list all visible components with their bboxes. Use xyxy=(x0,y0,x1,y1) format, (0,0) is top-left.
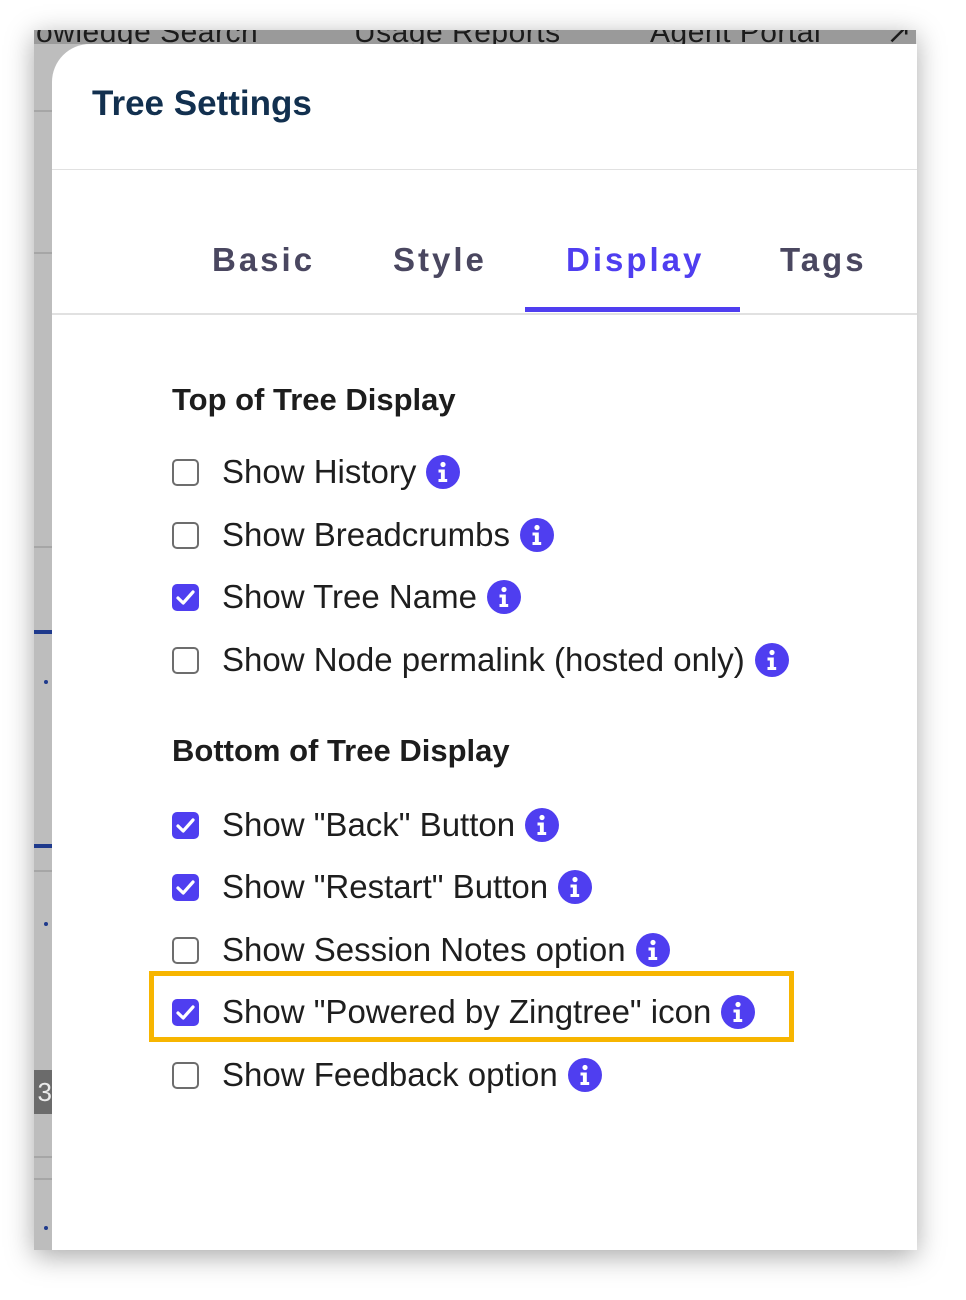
checkbox-checked[interactable] xyxy=(172,998,199,1026)
screenshot-stage: owledge Search Usage Reports Agent Porta… xyxy=(0,0,966,1300)
modal-header: Tree Settings xyxy=(52,44,917,170)
checkbox[interactable] xyxy=(172,521,199,549)
background-bullet xyxy=(44,1226,48,1230)
option-show-restart-button[interactable]: Show "Restart" Button xyxy=(172,867,593,907)
checkmark-icon xyxy=(176,817,195,833)
option-label: Show "Powered by Zingtree" icon xyxy=(222,993,712,1030)
background-divider xyxy=(34,546,52,548)
option-show-tree-name[interactable]: Show Tree Name xyxy=(172,577,521,617)
background-divider xyxy=(34,1156,52,1158)
background-divider xyxy=(34,870,52,872)
option-label: Show Tree Name xyxy=(222,578,477,615)
settings-tabs: Basic Style Display Tags xyxy=(52,171,917,315)
checkbox[interactable] xyxy=(172,646,199,674)
background-divider xyxy=(34,252,52,254)
info-icon[interactable] xyxy=(519,518,554,552)
background-badge: 3 xyxy=(34,1070,52,1114)
section-title-top: Top of Tree Display xyxy=(172,382,456,417)
background-accent-line xyxy=(34,844,52,848)
checkbox-checked[interactable] xyxy=(172,583,199,611)
option-label: Show Feedback option xyxy=(222,1056,558,1093)
checkmark-icon xyxy=(176,1004,195,1020)
option-show-session-notes[interactable]: Show Session Notes option xyxy=(172,930,670,970)
checkbox[interactable] xyxy=(172,936,199,964)
nav-knowledge-search[interactable]: owledge Search xyxy=(36,30,258,44)
checkbox[interactable] xyxy=(172,1061,199,1089)
section-title-bottom: Bottom of Tree Display xyxy=(172,733,510,768)
info-icon[interactable] xyxy=(525,808,560,842)
info-icon[interactable] xyxy=(558,870,593,904)
option-label: Show Session Notes option xyxy=(222,931,626,968)
option-show-back-button[interactable]: Show "Back" Button xyxy=(172,805,560,845)
checkmark-icon xyxy=(176,589,195,605)
option-label: Show "Restart" Button xyxy=(222,868,549,905)
tab-basic[interactable]: Basic xyxy=(212,241,315,279)
info-icon[interactable] xyxy=(486,580,521,614)
option-label: Show History xyxy=(222,453,417,490)
option-label: Show "Back" Button xyxy=(222,806,516,843)
background-divider xyxy=(34,1178,52,1180)
tab-style[interactable]: Style xyxy=(393,241,487,279)
info-icon[interactable] xyxy=(567,1058,602,1092)
tab-display[interactable]: Display xyxy=(566,241,704,279)
background-nav: owledge Search Usage Reports Agent Porta… xyxy=(34,30,916,44)
tree-settings-modal: Tree Settings Basic Style Display Tags T… xyxy=(52,44,917,1250)
info-icon[interactable] xyxy=(754,643,789,677)
checkbox[interactable] xyxy=(172,458,199,486)
info-icon[interactable] xyxy=(721,995,756,1029)
active-tab-indicator xyxy=(525,307,740,312)
nav-agent-portal[interactable]: Agent Portal xyxy=(650,30,821,44)
background-accent-line xyxy=(34,630,52,634)
option-show-history[interactable]: Show History xyxy=(172,452,461,492)
nav-usage-reports[interactable]: Usage Reports xyxy=(354,30,561,44)
option-show-powered-by-zingtree[interactable]: Show "Powered by Zingtree" icon xyxy=(172,992,756,1032)
tab-tags[interactable]: Tags xyxy=(780,241,867,279)
external-link-icon: ↗ xyxy=(886,30,912,44)
background-divider xyxy=(34,110,52,112)
option-show-feedback[interactable]: Show Feedback option xyxy=(172,1055,602,1095)
background-bullet xyxy=(44,680,48,684)
option-label: Show Node permalink (hosted only) xyxy=(222,641,745,678)
checkbox-checked[interactable] xyxy=(172,873,199,901)
option-label: Show Breadcrumbs xyxy=(222,516,510,553)
checkmark-icon xyxy=(176,879,195,895)
modal-title: Tree Settings xyxy=(92,84,312,123)
option-show-breadcrumbs[interactable]: Show Breadcrumbs xyxy=(172,515,554,555)
background-bullet xyxy=(44,922,48,926)
checkbox-checked[interactable] xyxy=(172,811,199,839)
info-icon[interactable] xyxy=(426,455,461,489)
option-show-node-permalink[interactable]: Show Node permalink (hosted only) xyxy=(172,640,789,680)
info-icon[interactable] xyxy=(635,933,670,967)
